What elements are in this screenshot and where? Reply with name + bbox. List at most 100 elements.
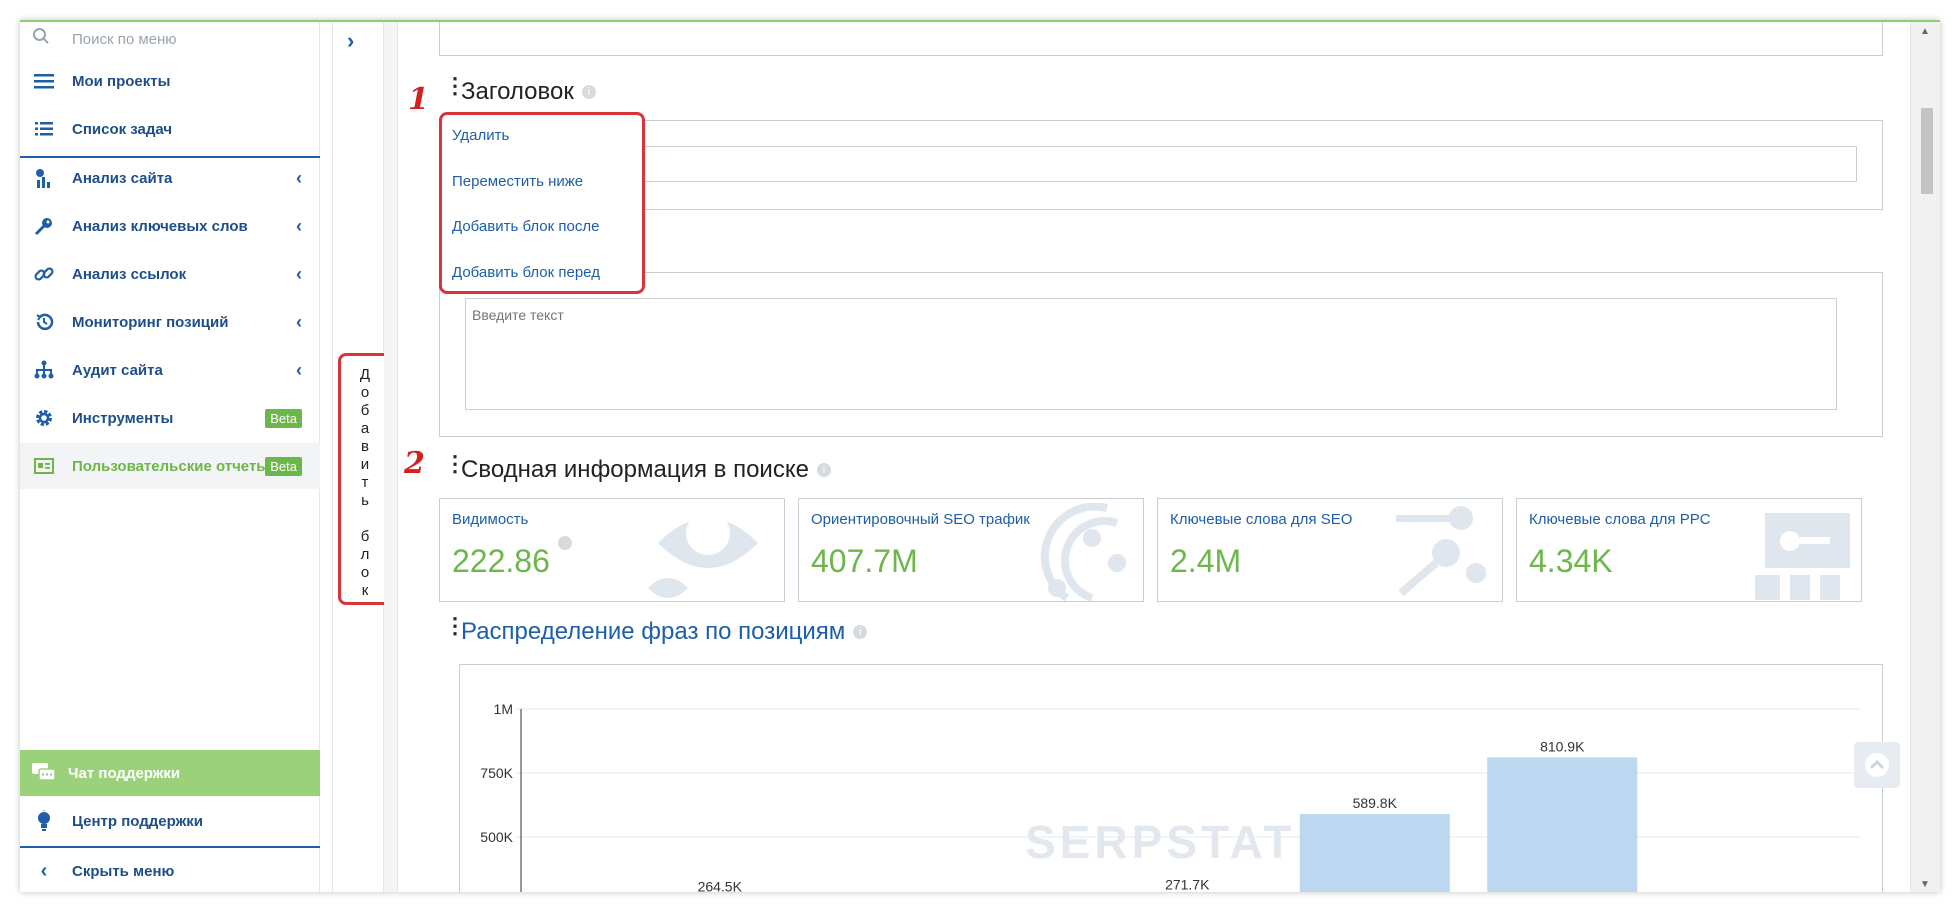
support-center-label: Центр поддержки: [72, 812, 203, 830]
chevron-left-icon: ‹: [296, 167, 302, 188]
chevron-left-icon: ‹: [296, 359, 302, 380]
info-icon[interactable]: [558, 536, 572, 550]
report-icon: [32, 454, 56, 478]
card-title: Видимость: [452, 511, 529, 528]
search-icon: [32, 27, 50, 50]
summary-block-title: Сводная информация в поиске i: [461, 456, 831, 484]
card-value: 222.86: [452, 543, 550, 579]
sidebar-item-label: Пользовательские отчеты: [72, 457, 270, 475]
scroll-to-top-button[interactable]: [1854, 742, 1900, 788]
sidebar-item-tasks[interactable]: Список задач: [20, 106, 320, 152]
sidebar-item-rank-tracking[interactable]: Мониторинг позиций ‹: [20, 299, 320, 345]
serpstat-watermark: SERPSTAT: [1025, 816, 1296, 868]
distribution-block-title: Распределение фраз по позициям i: [461, 618, 868, 646]
chevron-right-icon[interactable]: ›: [347, 28, 354, 54]
menu-add-before[interactable]: Добавить блок перед: [452, 264, 600, 281]
menu-search-input[interactable]: [72, 28, 292, 50]
sidebar-item-label: Анализ ссылок: [72, 265, 187, 283]
info-icon[interactable]: i: [816, 463, 831, 477]
add-block-letter: о: [360, 384, 370, 401]
arrow-up-icon: [1865, 753, 1889, 777]
menu-move-down[interactable]: Переместить ниже: [452, 173, 583, 190]
beta-badge: Beta: [265, 456, 302, 476]
tasks-icon: [32, 117, 56, 141]
header-block-title: Заголовок i: [461, 78, 596, 106]
header-input[interactable]: [580, 146, 1857, 182]
sidebar-item-label: Инструменты: [72, 409, 174, 427]
chart-bar: [1487, 757, 1638, 892]
add-block-letter: т: [361, 474, 369, 491]
history-icon: [32, 310, 56, 334]
chart-y-tick-label: 1M: [494, 701, 513, 717]
sidebar-item-site-analysis[interactable]: Анализ сайта ‹: [20, 155, 320, 201]
ppc-keywords-card: Ключевые слова для PPC 4.34K: [1516, 498, 1862, 602]
scroll-up-icon[interactable]: ▲: [1920, 26, 1930, 37]
chevron-left-icon: ‹: [296, 215, 302, 236]
seo-traffic-card: Ориентировочный SEO трафик 407.7M: [798, 498, 1144, 602]
keys-icon: [1396, 506, 1486, 597]
support-chat-label: Чат поддержки: [68, 764, 181, 782]
seo-keywords-card: Ключевые слова для SEO 2.4M: [1157, 498, 1503, 602]
info-icon[interactable]: i: [853, 625, 868, 639]
card-title: Ориентировочный SEO трафик: [811, 511, 1030, 528]
marker-one: 1: [408, 82, 429, 117]
scroll-down-icon[interactable]: ▼: [1920, 879, 1930, 890]
chart-data-label: 264.5K: [698, 878, 743, 892]
eye-icon: [648, 511, 758, 598]
chart-data-label: 271.7K: [1165, 876, 1210, 892]
menu-add-after[interactable]: Добавить блок после: [452, 218, 599, 235]
add-block-letter: к: [361, 582, 369, 599]
distribution-chart: 1M 750K 500K 264.5K 271.7K 589.8K 810.9K SERPS…: [459, 664, 1883, 892]
sidebar: Мои проекты Список задач Анализ сайта ‹ …: [20, 22, 320, 892]
add-block-letter: [363, 510, 367, 528]
scrollbar[interactable]: ▲ ▼: [1910, 22, 1940, 892]
card-title: Ключевые слова для SEO: [1170, 511, 1353, 528]
add-block-label: Добавить блок: [360, 366, 370, 602]
menu-delete[interactable]: Удалить: [452, 127, 509, 144]
list-icon: [32, 69, 56, 93]
add-block-letter: б: [360, 528, 370, 545]
sidebar-item-label: Мои проекты: [72, 72, 171, 90]
add-block-letter: а: [360, 420, 370, 437]
chat-icon: [32, 761, 56, 785]
hierarchy-icon: [32, 358, 56, 382]
card-value: 4.34K: [1529, 543, 1613, 579]
add-block-letter: ь: [361, 492, 369, 509]
card-title: Ключевые слова для PPC: [1529, 511, 1711, 528]
chevron-left-icon: ‹: [40, 859, 48, 882]
add-block-letter: о: [360, 564, 370, 581]
sidebar-item-label: Аудит сайта: [72, 361, 163, 379]
marker-two: 2: [404, 446, 425, 481]
add-block-letter: и: [360, 456, 370, 473]
sidebar-item-label: Анализ сайта: [72, 169, 173, 187]
sidebar-item-link-analysis[interactable]: Анализ ссылок ‹: [20, 251, 320, 297]
hide-menu-label: Скрыть меню: [72, 862, 175, 880]
add-block-letter: Д: [359, 366, 371, 383]
chevron-left-icon: ‹: [296, 263, 302, 284]
support-chat-button[interactable]: Чат поддержки: [20, 750, 320, 796]
text-input[interactable]: [465, 298, 1837, 410]
chart-data-label: 589.8K: [1353, 795, 1398, 811]
scroll-thumb[interactable]: [1921, 108, 1933, 194]
chart-icon: [32, 166, 56, 190]
sidebar-item-projects[interactable]: Мои проекты: [20, 58, 320, 104]
sidebar-item-site-audit[interactable]: Аудит сайта ‹: [20, 347, 320, 393]
support-center-link[interactable]: Центр поддержки: [20, 798, 320, 844]
info-icon[interactable]: i: [581, 85, 596, 99]
lightbulb-icon: [32, 809, 56, 833]
sidebar-item-tools[interactable]: Инструменты Beta: [20, 395, 320, 441]
add-block-letter: б: [360, 402, 370, 419]
add-block-letter: л: [360, 546, 370, 563]
sidebar-item-custom-reports[interactable]: Пользовательские отчеты Beta: [20, 443, 320, 489]
sidebar-item-label: Мониторинг позиций: [72, 313, 229, 331]
chart-y-tick-label: 750K: [480, 765, 513, 781]
sidebar-item-label: Список задач: [72, 120, 173, 138]
card-value: 2.4M: [1170, 543, 1242, 579]
ppc-key-icon: [1755, 513, 1850, 600]
orbit-icon: [1040, 503, 1126, 601]
sidebar-item-keyword-analysis[interactable]: Анализ ключевых слов ‹: [20, 203, 320, 249]
menu-search: [20, 22, 320, 54]
hide-menu-button[interactable]: ‹ Скрыть меню: [20, 848, 320, 892]
gutter: [384, 22, 398, 892]
link-icon: [32, 262, 56, 286]
